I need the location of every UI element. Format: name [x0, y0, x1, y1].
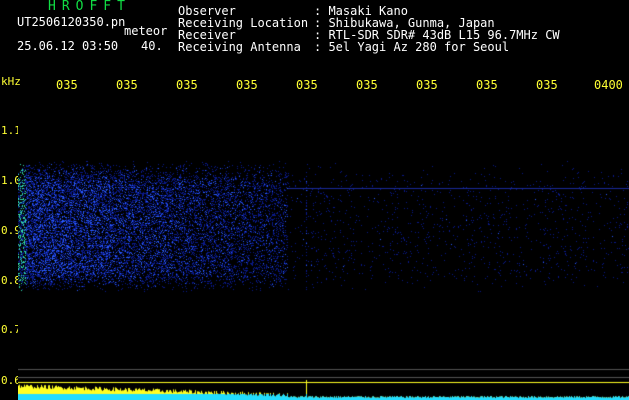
- time-tick: 035: [356, 78, 378, 92]
- file-name: UT2506120350.pn: [17, 15, 126, 29]
- time-tick: 035: [56, 78, 78, 92]
- spectrogram-canvas: [18, 96, 629, 400]
- time-tick: 0400: [594, 78, 623, 92]
- file-type: meteor: [124, 24, 168, 38]
- time-tick: 035: [296, 78, 318, 92]
- time-tick: 035: [476, 78, 498, 92]
- capture-datetime: 25.06.12 03:50: [17, 39, 119, 53]
- level-value: 40.: [141, 39, 163, 53]
- time-tick: 035: [536, 78, 558, 92]
- time-tick: 035: [416, 78, 438, 92]
- app-name: HROFFT: [48, 0, 131, 14]
- info-value-antenna: : 5el Yagi Az 280 for Seoul: [314, 40, 510, 54]
- time-tick: 035: [116, 78, 138, 92]
- info-label-antenna: Receiving Antenna: [178, 40, 301, 54]
- freq-unit-label: kHz: [1, 75, 21, 88]
- time-tick: 035: [176, 78, 198, 92]
- time-tick: 035: [236, 78, 258, 92]
- time-axis: 035 035 035 035 035 035 035 035 035 0400: [0, 78, 629, 94]
